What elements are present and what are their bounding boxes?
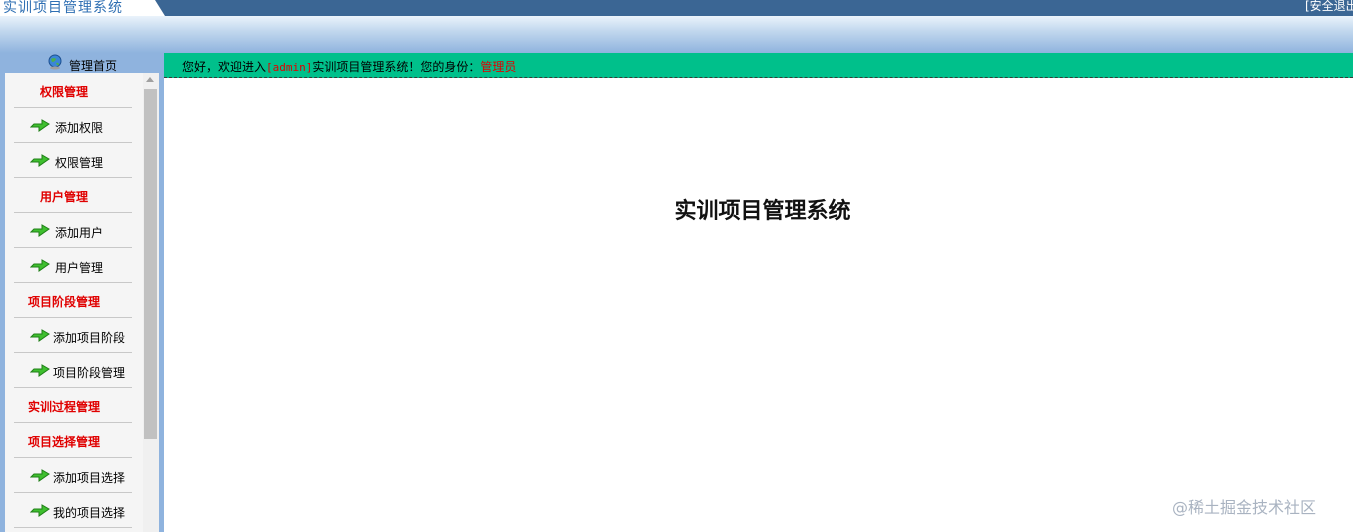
sidebar-item-label: 添加项目阶段 — [53, 331, 126, 345]
green-arrow-icon — [30, 329, 50, 342]
green-arrow-icon — [30, 224, 50, 237]
top-bar: 实训项目管理系统 [安全退出 — [0, 0, 1353, 16]
sidebar-item-project-stage-management[interactable]: 项目阶段管理 — [5, 353, 141, 388]
page-title: 实训项目管理系统 — [674, 198, 851, 224]
green-arrow-icon — [30, 154, 50, 167]
watermark: @稀土掘金技术社区 — [1172, 498, 1317, 517]
current-user: [admin] — [266, 61, 313, 74]
green-arrow-icon — [30, 364, 50, 377]
main-title-wrapper: 实训项目管理系统 — [164, 193, 1353, 225]
sidebar-group-training-process[interactable]: 实训过程管理 — [5, 388, 141, 423]
sidebar-item-user-management[interactable]: 用户管理 — [5, 248, 141, 283]
sidebar-item-label: 用户管理 — [55, 261, 104, 275]
sidebar-group-project-selection[interactable]: 项目选择管理 — [5, 423, 141, 458]
sidebar-item-add-user[interactable]: 添加用户 — [5, 213, 141, 248]
sidebar-group-label: 用户管理 — [39, 190, 88, 204]
scroll-up-arrow-icon[interactable] — [146, 77, 154, 82]
sidebar-group-label: 实训过程管理 — [27, 400, 100, 414]
sidebar-item-add-permission[interactable]: 添加权限 — [5, 108, 141, 143]
main-content: 您好，欢迎进入[admin]实训项目管理系统！您的身份：管理员 实训项目管理系统 — [164, 53, 1353, 532]
sidebar-group-label: 权限管理 — [39, 85, 88, 99]
header-band — [0, 16, 1353, 53]
sidebar-group-project-stages[interactable]: 项目阶段管理 — [5, 283, 141, 318]
sidebar-item-add-project-selection[interactable]: 添加项目选择 — [5, 458, 141, 493]
user-role: 管理员 — [480, 60, 517, 74]
home-link[interactable]: 管理首页 — [0, 53, 164, 73]
sidebar-item-label: 我的项目选择 — [53, 506, 126, 520]
sidebar-group-permissions[interactable]: 权限管理 — [5, 73, 141, 108]
sidebar-item-label: 添加项目选择 — [53, 471, 126, 485]
sidebar-item-label: 权限管理 — [55, 156, 104, 170]
sidebar: 权限管理 添加权限 权限管理 用户管理 添加用户 用户管理 项目阶段管理 添加项… — [5, 73, 159, 532]
sidebar-item-permission-management[interactable]: 权限管理 — [5, 143, 141, 178]
welcome-suffix: 实训项目管理系统！您的身份： — [312, 60, 481, 74]
sidebar-item-label: 添加用户 — [55, 226, 104, 240]
scrollbar-thumb[interactable] — [144, 89, 157, 439]
green-arrow-icon — [30, 504, 50, 517]
green-arrow-icon — [30, 259, 50, 272]
home-label: 管理首页 — [69, 59, 118, 73]
sidebar-group-label: 项目阶段管理 — [27, 295, 100, 309]
app-title: 实训项目管理系统 — [3, 0, 123, 16]
green-arrow-icon — [30, 469, 50, 482]
sidebar-item-label: 项目阶段管理 — [53, 366, 126, 380]
sidebar-item-my-project-selection[interactable]: 我的项目选择 — [5, 493, 141, 528]
welcome-message: 您好，欢迎进入[admin]实训项目管理系统！您的身份：管理员 — [182, 58, 516, 75]
divider — [14, 527, 132, 528]
sidebar-scrollbar[interactable] — [143, 73, 159, 532]
sidebar-group-users[interactable]: 用户管理 — [5, 178, 141, 213]
welcome-bar: 您好，欢迎进入[admin]实训项目管理系统！您的身份：管理员 — [164, 53, 1353, 78]
logout-link[interactable]: [安全退出 — [1305, 0, 1353, 14]
green-arrow-icon — [30, 119, 50, 132]
globe-icon — [48, 54, 62, 70]
sidebar-item-add-project-stage[interactable]: 添加项目阶段 — [5, 318, 141, 353]
sidebar-group-label: 项目选择管理 — [27, 435, 100, 449]
welcome-prefix: 您好，欢迎进入 — [182, 60, 267, 74]
sidebar-item-label: 添加权限 — [55, 121, 104, 135]
